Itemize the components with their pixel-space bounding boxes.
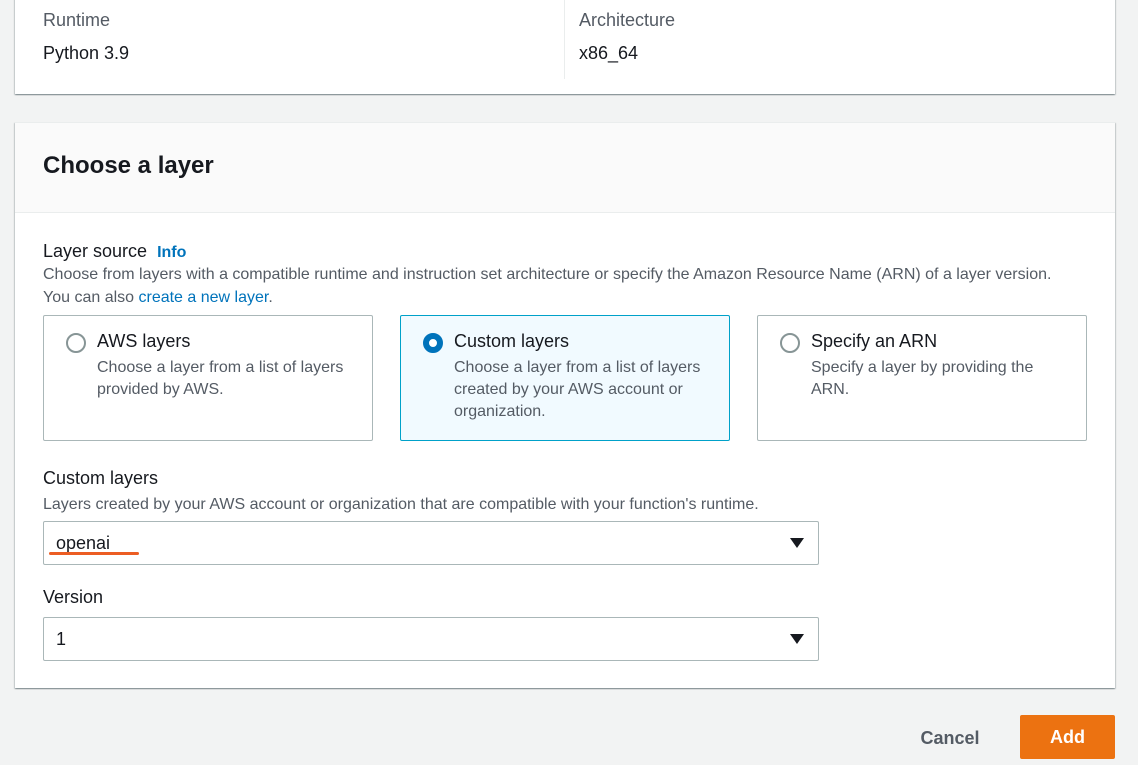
version-label: Version [43,587,104,607]
custom-layers-description: Layers created by your AWS account or or… [43,496,759,513]
custom-layers-selected-value: openai [56,533,111,553]
aws-layers-radio[interactable] [66,333,86,353]
tile-custom-layers[interactable]: Custom layers Choose a layer from a list… [400,315,730,441]
runtime-label: Runtime [43,10,111,30]
choose-layer-card: Choose a layer Layer source Info Choose f… [15,122,1115,688]
custom-layers-select[interactable]: openai [43,521,819,565]
layer-source-description: Choose from layers with a compatible run… [43,263,1063,309]
runtime-value: Python 3.9 [43,43,130,63]
create-new-layer-link[interactable]: create a new layer [138,289,268,306]
tile-description: Specify a layer by providing the ARN. [811,359,1034,398]
tile-title: Specify an ARN [811,331,938,351]
layer-source-label-text: Layer source [43,241,148,261]
version-select[interactable]: 1 [43,617,819,661]
architecture-label: Architecture [579,10,676,30]
tile-title: AWS layers [97,331,191,351]
tile-description: Choose a layer from a list of layers pro… [97,359,344,398]
chevron-down-icon [790,538,804,548]
custom-layers-label: Custom layers [43,468,159,488]
cancel-button[interactable]: Cancel [900,716,1000,760]
chevron-down-icon [790,634,804,644]
column-divider [564,0,565,79]
version-selected-value: 1 [56,629,67,649]
annotation-underline [49,552,139,555]
card-header: Choose a layer [15,123,1115,213]
custom-layers-radio[interactable] [423,333,443,353]
specify-arn-radio[interactable] [780,333,800,353]
info-link[interactable]: Info [157,244,186,261]
architecture-value: x86_64 [579,43,639,63]
tile-description: Choose a layer from a list of layers cre… [454,359,701,420]
add-button[interactable]: Add [1020,715,1115,759]
tile-aws-layers[interactable]: AWS layers Choose a layer from a list of… [43,315,373,441]
tile-specify-arn[interactable]: Specify an ARN Specify a layer by provid… [757,315,1087,441]
card-title: Choose a layer [43,152,214,179]
tile-title: Custom layers [454,331,570,351]
layer-source-desc-suffix: . [268,289,273,306]
layer-source-label: Layer source Info [43,241,186,262]
runtime-info-card: Runtime Python 3.9 Architecture x86_64 [15,0,1115,94]
